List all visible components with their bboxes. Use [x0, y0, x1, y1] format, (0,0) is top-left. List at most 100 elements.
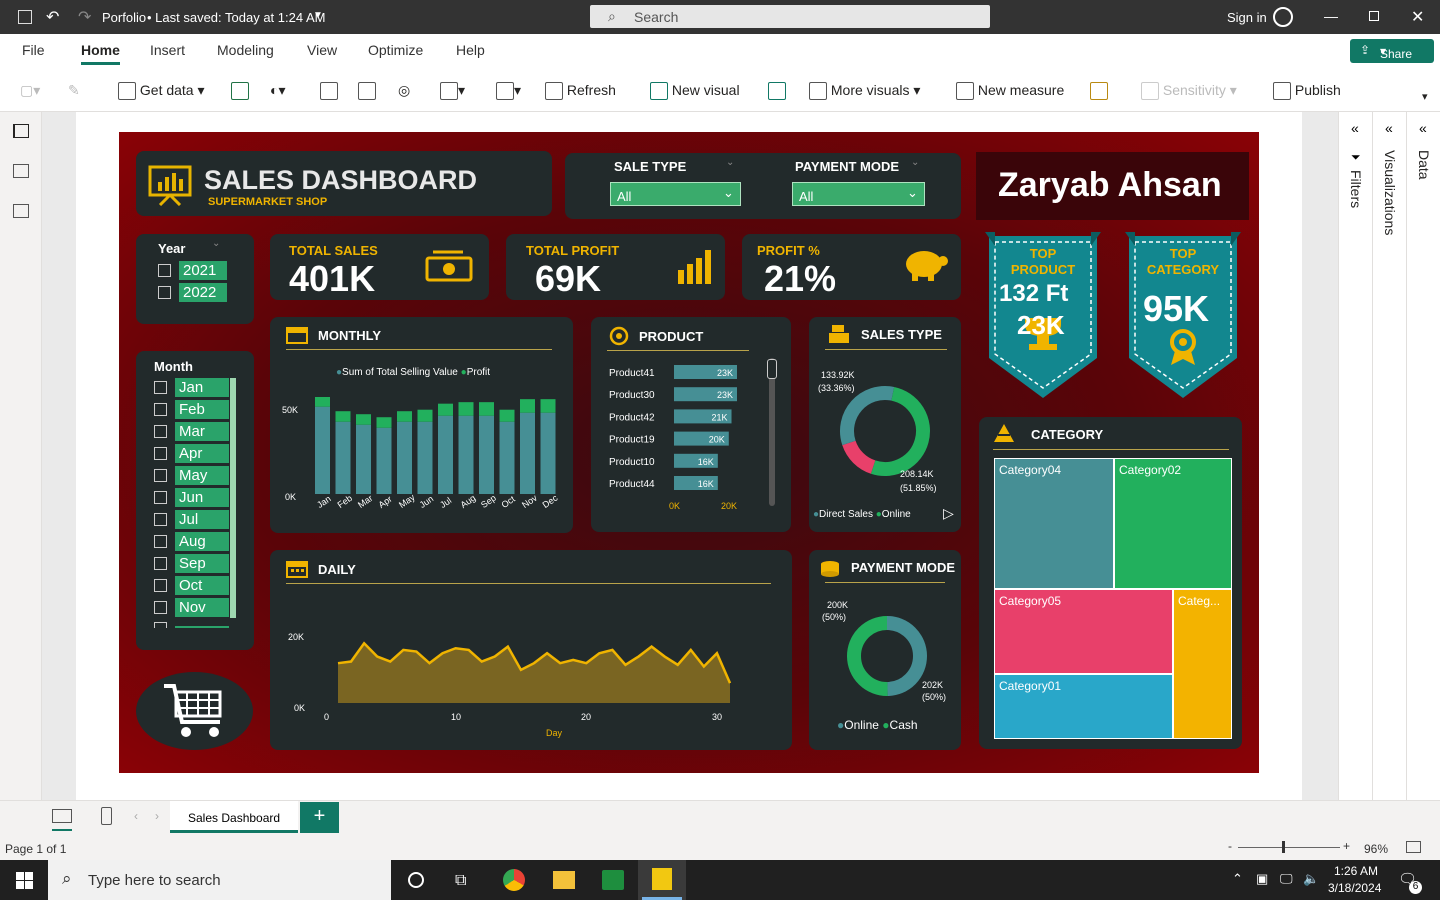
- desktop-layout-icon[interactable]: [52, 809, 72, 823]
- volume-icon[interactable]: 🔈: [1303, 871, 1319, 887]
- checkbox[interactable]: [154, 469, 167, 482]
- excel-icon[interactable]: [231, 82, 249, 101]
- transform-data-icon[interactable]: ▾: [496, 82, 521, 101]
- month-option[interactable]: Jul: [154, 510, 242, 532]
- clock-date[interactable]: 3/18/2024: [1328, 881, 1381, 895]
- format-painter-icon[interactable]: ✎: [68, 82, 80, 99]
- treemap-cell[interactable]: Category05: [994, 589, 1173, 674]
- treemap-cell[interactable]: Category04: [994, 458, 1114, 589]
- chrome-icon[interactable]: [503, 869, 525, 891]
- classroom-icon[interactable]: [602, 870, 624, 890]
- checkbox[interactable]: [154, 425, 167, 438]
- month-option[interactable]: Mar: [154, 422, 242, 444]
- model-view-icon[interactable]: [13, 204, 29, 218]
- tab-sales-dashboard[interactable]: Sales Dashboard: [170, 801, 298, 833]
- expand-icon[interactable]: «: [1351, 120, 1359, 136]
- menu-help[interactable]: Help: [456, 42, 485, 58]
- chevron-down-icon[interactable]: ⌄: [911, 157, 919, 168]
- zoom-out-button[interactable]: -: [1228, 839, 1232, 853]
- checkbox[interactable]: [154, 535, 167, 548]
- powerbi-taskbar-button[interactable]: [638, 860, 686, 900]
- sensitivity-button[interactable]: Sensitivity ▾: [1141, 82, 1237, 101]
- table-view-icon[interactable]: [13, 164, 29, 178]
- zoom-level[interactable]: 96%: [1364, 842, 1388, 856]
- month-option[interactable]: Nov: [154, 598, 242, 620]
- new-measure-button[interactable]: New measure: [956, 82, 1064, 101]
- network-icon[interactable]: 🖵: [1280, 871, 1293, 887]
- maximize-icon[interactable]: [1369, 11, 1379, 21]
- new-visual-button[interactable]: New visual: [650, 82, 740, 101]
- mobile-layout-icon[interactable]: [101, 807, 112, 825]
- sql-icon[interactable]: [320, 82, 338, 101]
- add-page-button[interactable]: +: [300, 802, 339, 833]
- checkbox[interactable]: [154, 491, 167, 504]
- menu-view[interactable]: View: [307, 42, 337, 58]
- menu-insert[interactable]: Insert: [150, 42, 185, 58]
- month-option[interactable]: Jun: [154, 488, 242, 510]
- paste-icon[interactable]: ▢▾: [20, 82, 40, 99]
- month-option[interactable]: Aug: [154, 532, 242, 554]
- share-button[interactable]: ⇪ Share ▾: [1350, 39, 1434, 63]
- checkbox[interactable]: [158, 286, 171, 299]
- collapse-ribbon-icon[interactable]: ▾: [1422, 90, 1428, 103]
- report-view-icon[interactable]: [13, 124, 29, 138]
- menu-optimize[interactable]: Optimize: [368, 42, 423, 58]
- next-page-icon[interactable]: ›: [155, 809, 159, 823]
- scrollbar[interactable]: [230, 378, 236, 618]
- undo-icon[interactable]: ↶: [46, 7, 59, 27]
- close-icon[interactable]: ✕: [1411, 7, 1424, 27]
- legend-next-icon[interactable]: ▷: [943, 505, 954, 522]
- dataverse-icon[interactable]: ◎: [398, 82, 410, 99]
- month-option[interactable]: Apr: [154, 444, 242, 466]
- visualizations-label[interactable]: Visualizations: [1382, 150, 1398, 235]
- refresh-button[interactable]: Refresh: [545, 82, 616, 101]
- checkbox[interactable]: [154, 447, 167, 460]
- treemap-cell[interactable]: Category01: [994, 674, 1173, 739]
- chevron-down-icon[interactable]: ⌄: [726, 157, 734, 168]
- clock-time[interactable]: 1:26 AM: [1334, 864, 1378, 878]
- month-option[interactable]: Sep: [154, 554, 242, 576]
- file-explorer-icon[interactable]: [553, 871, 575, 889]
- sign-in-link[interactable]: Sign in: [1227, 10, 1267, 25]
- menu-modeling[interactable]: Modeling: [217, 42, 274, 58]
- search-input[interactable]: ⌕ Search: [590, 5, 990, 28]
- filters-label[interactable]: Filters: [1348, 170, 1364, 208]
- cortana-icon[interactable]: [408, 872, 424, 888]
- redo-icon[interactable]: ↷: [78, 7, 91, 27]
- cart-button[interactable]: [136, 672, 253, 750]
- enter-data-icon[interactable]: [358, 82, 376, 101]
- minimize-icon[interactable]: —: [1324, 8, 1338, 24]
- month-option[interactable]: Jan: [154, 378, 242, 400]
- data-hub-icon[interactable]: ◐▾: [270, 82, 285, 99]
- show-hidden-icons[interactable]: ⌃: [1232, 871, 1243, 887]
- checkbox[interactable]: [158, 264, 171, 277]
- treemap-cell[interactable]: Category02: [1114, 458, 1232, 589]
- zoom-in-button[interactable]: +: [1343, 839, 1350, 853]
- checkbox[interactable]: [154, 381, 167, 394]
- checkbox[interactable]: [154, 403, 167, 416]
- task-view-icon[interactable]: ⧉: [455, 872, 466, 890]
- payment-mode-dropdown[interactable]: All ⌄: [792, 182, 925, 206]
- menu-file[interactable]: File: [22, 42, 45, 58]
- system-tray-icon[interactable]: ▣: [1256, 871, 1268, 887]
- text-box-icon[interactable]: [768, 82, 786, 101]
- treemap-cell[interactable]: Categ...: [1173, 589, 1232, 739]
- more-visuals-button[interactable]: More visuals ▾: [809, 82, 920, 101]
- checkbox[interactable]: [154, 513, 167, 526]
- save-icon[interactable]: [18, 10, 32, 24]
- fit-to-page-icon[interactable]: [1406, 841, 1421, 853]
- publish-button[interactable]: Publish: [1273, 82, 1341, 101]
- sale-type-dropdown[interactable]: All ⌄: [610, 182, 741, 206]
- prev-page-icon[interactable]: ‹: [134, 809, 138, 823]
- zoom-slider-thumb[interactable]: [1282, 841, 1285, 853]
- checkbox[interactable]: [154, 579, 167, 592]
- avatar-icon[interactable]: [1273, 7, 1293, 27]
- month-option[interactable]: Feb: [154, 400, 242, 422]
- chevron-down-icon[interactable]: ▼: [313, 10, 323, 21]
- year-option-2021[interactable]: 2021: [158, 261, 232, 280]
- data-label[interactable]: Data: [1416, 150, 1432, 180]
- get-data-button[interactable]: Get data ▾: [118, 82, 205, 101]
- save-status[interactable]: • Last saved: Today at 1:24 AM: [147, 10, 325, 25]
- recent-sources-icon[interactable]: ▾: [440, 82, 465, 101]
- scrollbar-thumb[interactable]: [767, 359, 777, 379]
